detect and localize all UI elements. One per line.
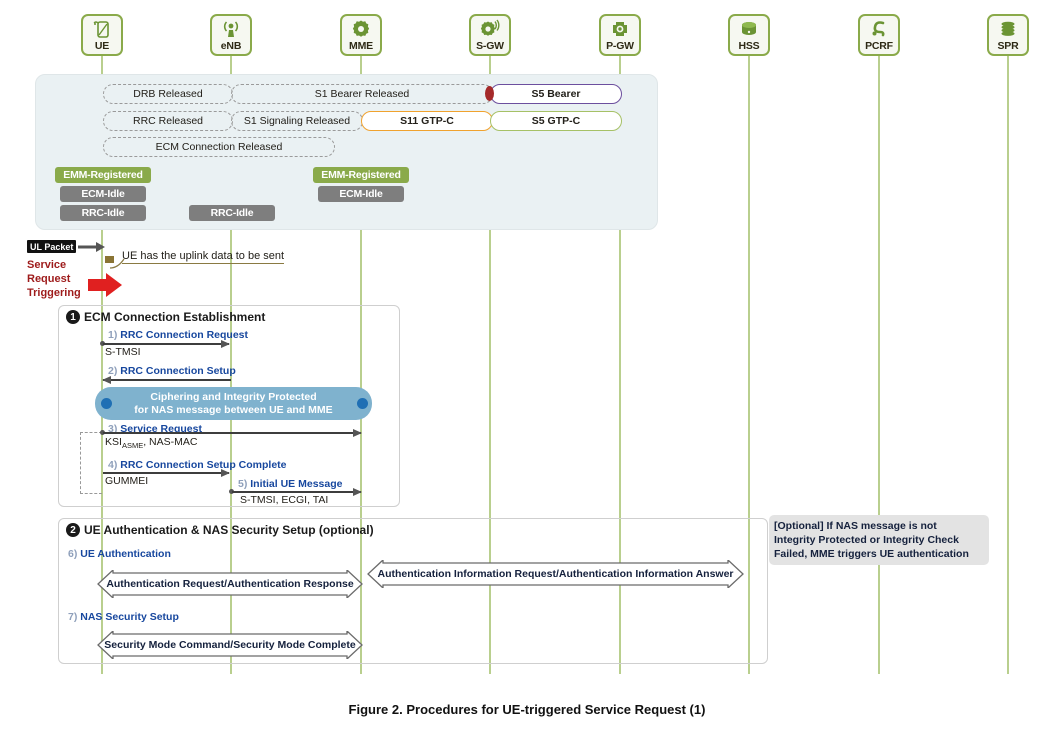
msg-6-label: 6) UE Authentication [68, 548, 171, 560]
step-2-number: 2 [66, 523, 80, 537]
node-label-mme: MME [349, 40, 373, 52]
optional-note-line-1: [Optional] If NAS message is not [774, 520, 937, 532]
optional-note-line-2: Integrity Protected or Integrity Check [774, 534, 959, 546]
node-label-pcrf: PCRF [865, 40, 893, 52]
bar-s5-bearer: S5 Bearer [490, 84, 622, 104]
ciphering-banner-line-1: Ciphering and Integrity Protected [150, 390, 317, 403]
msg-4-number: 4) [108, 459, 118, 471]
bar-rrc-released: RRC Released [103, 111, 233, 131]
node-pcrf[interactable]: PCRF [858, 14, 900, 56]
node-ue[interactable]: UE [81, 14, 123, 56]
msg-4-text: RRC Connection Setup Complete [120, 459, 287, 471]
badge-mme-ecm-idle: ECM-Idle [318, 186, 404, 202]
node-label-ue: UE [94, 40, 110, 52]
disk-stack-icon [998, 18, 1018, 40]
exchange-security-mode: Security Mode Command/Security Mode Comp… [97, 631, 363, 659]
msg-5-arrow [232, 488, 362, 495]
service-trigger-line-2: Request [27, 273, 71, 285]
service-trigger-line-3: Triggering [27, 287, 81, 299]
figure-canvas: UE eNB MME S-GW P-GW HSS PCRF SPR DRB Released S… [0, 0, 1054, 733]
badge-ue-emm-registered: EMM-Registered [55, 167, 151, 183]
msg-6-number: 6) [68, 548, 78, 560]
msg-1-params: S-TMSI [105, 346, 141, 358]
exchange-security-mode-label: Security Mode Command/Security Mode Comp… [104, 639, 356, 651]
msg-5-text: Initial UE Message [250, 478, 343, 490]
exchange-auth-information-label: Authentication Information Request/Authe… [377, 568, 734, 580]
msg-2-text: RRC Connection Setup [120, 365, 236, 377]
node-label-spr: SPR [997, 40, 1019, 52]
optional-note-box: [Optional] If NAS message is not Integri… [769, 515, 989, 565]
ul-packet-arrow-icon [78, 242, 105, 252]
step-1-title-text: ECM Connection Establishment [84, 310, 266, 324]
gear-icon [351, 18, 371, 40]
msg-4-params: GUMMEI [105, 475, 149, 487]
msg-5-label: 5) Initial UE Message [238, 478, 342, 490]
node-enb[interactable]: eNB [210, 14, 252, 56]
msg-2-label: 2) RRC Connection Setup [108, 365, 236, 377]
node-spr[interactable]: SPR [987, 14, 1029, 56]
gear-signal-icon [479, 18, 501, 40]
bar-ecm-connection-released: ECM Connection Released [103, 137, 335, 157]
msg-5-number: 5) [238, 478, 248, 490]
node-hss[interactable]: HSS [728, 14, 770, 56]
ciphering-banner-line-2: for NAS message between UE and MME [134, 403, 333, 416]
s5-bearer-endpoint-marker [485, 86, 494, 101]
pcrf-icon [869, 18, 889, 40]
mobile-device-icon [92, 18, 112, 40]
service-trigger-line-1: Service [27, 259, 67, 271]
nas-message-bracket [80, 432, 102, 494]
bar-s5-gtp-c: S5 GTP-C [490, 111, 622, 131]
msg-1-arrow [103, 340, 230, 347]
bar-drb-released: DRB Released [103, 84, 233, 104]
bar-s1-bearer-released: S1 Bearer Released [231, 84, 493, 104]
badge-ue-rrc-idle: RRC-Idle [60, 205, 146, 221]
msg-6-text: UE Authentication [80, 548, 171, 560]
msg-7-text: NAS Security Setup [80, 611, 179, 623]
service-request-trigger-label: Service Request Triggering [27, 258, 81, 300]
antenna-icon [221, 18, 241, 40]
gateway-icon [610, 18, 630, 40]
exchange-auth-request-response: Authentication Request/Authentication Re… [97, 570, 363, 598]
node-label-hss: HSS [738, 40, 760, 52]
lifeline-spr [1007, 52, 1009, 674]
uplink-data-note: UE has the uplink data to be sent [122, 250, 285, 264]
node-mme[interactable]: MME [340, 14, 382, 56]
ciphering-banner: Ciphering and Integrity Protected for NA… [95, 387, 372, 420]
msg-3-params: KSIASME, NAS-MAC [105, 436, 198, 451]
msg-5-params: S-TMSI, ECGI, TAI [240, 494, 329, 506]
badge-mme-emm-registered: EMM-Registered [313, 167, 409, 183]
badge-ue-ecm-idle: ECM-Idle [60, 186, 146, 202]
ul-packet-badge: UL Packet [27, 240, 77, 253]
lifeline-pcrf [878, 52, 880, 674]
msg-3-arrow [103, 429, 362, 436]
ciphering-left-dot-icon [101, 398, 112, 409]
optional-note-line-3: Failed, MME triggers UE authentication [774, 548, 969, 560]
database-icon [739, 18, 759, 40]
step-2-title: 2 UE Authentication & NAS Security Setup… [66, 523, 374, 537]
step-2-title-text: UE Authentication & NAS Security Setup (… [84, 523, 374, 537]
badge-enb-rrc-idle: RRC-Idle [189, 205, 275, 221]
bar-s1-signaling-released: S1 Signaling Released [231, 111, 363, 131]
figure-caption: Figure 2. Procedures for UE-triggered Se… [348, 702, 706, 717]
ciphering-right-dot-icon [357, 398, 368, 409]
service-trigger-arrow-icon [88, 273, 122, 297]
exchange-auth-request-response-label: Authentication Request/Authentication Re… [106, 578, 354, 590]
node-label-sgw: S-GW [476, 40, 504, 52]
exchange-auth-information: Authentication Information Request/Authe… [367, 560, 744, 588]
node-label-pgw: P-GW [606, 40, 634, 52]
msg-4-label: 4) RRC Connection Setup Complete [108, 459, 287, 471]
step-1-title: 1 ECM Connection Establishment [66, 310, 265, 324]
msg-1-number: 1) [108, 329, 118, 341]
node-sgw[interactable]: S-GW [469, 14, 511, 56]
node-pgw[interactable]: P-GW [599, 14, 641, 56]
msg-2-arrow [102, 376, 231, 383]
msg-7-label: 7) NAS Security Setup [68, 611, 179, 623]
bar-s11-gtp-c: S11 GTP-C [361, 111, 493, 131]
step-1-number: 1 [66, 310, 80, 324]
msg-7-number: 7) [68, 611, 78, 623]
node-label-enb: eNB [220, 40, 242, 52]
msg-4-arrow [103, 469, 230, 476]
